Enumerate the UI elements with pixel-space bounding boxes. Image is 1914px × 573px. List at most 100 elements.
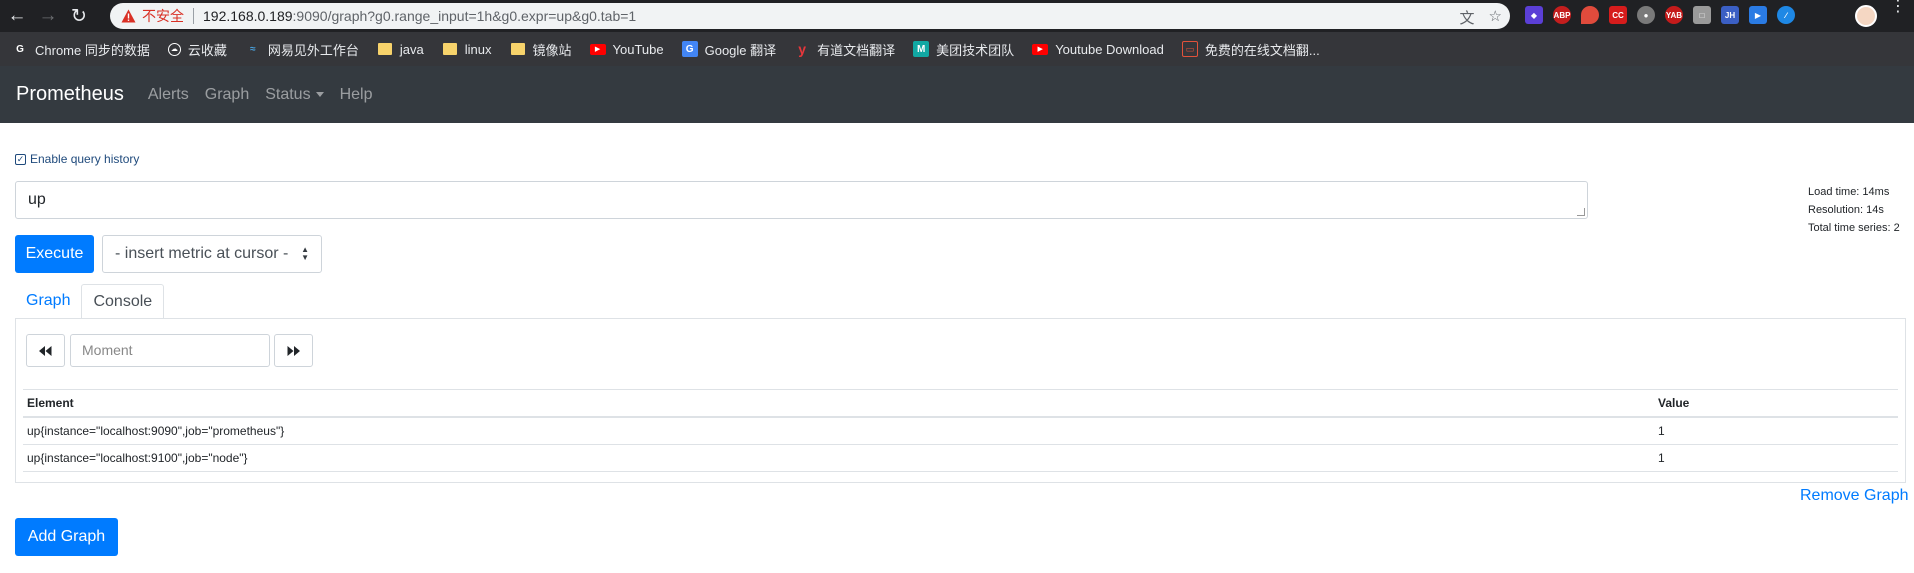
folder-icon: [377, 41, 393, 57]
time-back-button[interactable]: [26, 334, 65, 367]
bookmark-item[interactable]: ▭ 免费的在线文档翻...: [1181, 40, 1320, 59]
reload-icon[interactable]: ↻: [65, 2, 93, 30]
back-icon[interactable]: ←: [3, 2, 31, 30]
browser-toolbar: ← → ↻ 不安全 192.168.0.189:9090/graph?g0.ra…: [0, 0, 1914, 32]
insert-metric-select[interactable]: - insert metric at cursor - ▲ ▼: [102, 235, 322, 273]
bookmark-item[interactable]: ▶ Youtube Download: [1032, 42, 1164, 57]
meituan-icon: M: [913, 41, 930, 57]
youtube-icon: ▶: [1032, 43, 1049, 55]
query-history-label: Enable query history: [30, 152, 140, 166]
results-table: Element Value up{instance="localhost:909…: [23, 389, 1898, 472]
table-row: up{instance="localhost:9090",job="promet…: [23, 417, 1898, 445]
bookmark-item[interactable]: ▶ YouTube: [589, 41, 664, 57]
google-icon: G: [16, 43, 24, 55]
extension-icon[interactable]: ◆: [1525, 6, 1543, 24]
graph-tabs: Graph Console: [15, 284, 165, 319]
resize-handle[interactable]: [1577, 208, 1585, 216]
row-value: 1: [1654, 444, 1898, 472]
bookmark-item[interactable]: M 美团技术团队: [913, 40, 1014, 59]
moment-input[interactable]: Moment: [70, 334, 270, 367]
rewind-icon: [39, 345, 52, 356]
adblock-icon[interactable]: ABP: [1553, 6, 1571, 24]
table-row: up{instance="localhost:9100",job="node"}…: [23, 444, 1898, 472]
bookmark-label: Chrome 同步的数据: [35, 42, 150, 58]
doc-translate-icon: ▭: [1181, 41, 1198, 57]
folder-icon: [442, 41, 458, 57]
total-time-series: Total time series: 2: [1808, 222, 1900, 234]
bookmark-item[interactable]: ≈ 网易见外工作台: [245, 40, 359, 59]
nav-status-label: Status: [265, 85, 311, 103]
bookmark-label: YouTube: [612, 41, 664, 57]
translate-page-icon[interactable]: 文: [1460, 7, 1475, 28]
brand-link[interactable]: Prometheus: [16, 83, 124, 106]
fast-forward-icon: [287, 345, 300, 356]
expression-value: up: [28, 191, 46, 208]
column-header-value: Value: [1654, 389, 1898, 418]
bookmark-item[interactable]: ☁ 云收藏: [167, 40, 227, 59]
extension-icon[interactable]: CC: [1609, 6, 1627, 24]
checkbox-checked-icon: ✓: [15, 153, 26, 165]
netease-icon: ≈: [250, 43, 256, 55]
extension-icon[interactable]: JH: [1721, 6, 1739, 24]
warning-icon: [120, 8, 136, 24]
security-label: 不安全: [142, 8, 184, 24]
bookmark-item[interactable]: linux: [442, 41, 492, 57]
omnibox-divider: [193, 8, 194, 24]
bookmark-label: Youtube Download: [1055, 41, 1164, 57]
query-history-toggle[interactable]: ✓ Enable query history: [15, 152, 139, 166]
table-header-row: Element Value: [23, 389, 1898, 418]
nav-alerts[interactable]: Alerts: [148, 86, 189, 104]
extension-icon[interactable]: YAB: [1665, 6, 1683, 24]
bookmark-item[interactable]: y 有道文档翻译: [794, 40, 895, 59]
bookmark-star-icon[interactable]: ☆: [1489, 7, 1502, 28]
extensions-area: ◆ ABP CC ● YAB □ JH ▶ ∕: [1525, 6, 1795, 24]
row-value: 1: [1654, 417, 1898, 445]
forward-icon[interactable]: →: [34, 2, 62, 30]
caret-down-icon: [315, 91, 324, 97]
bookmark-label: java: [399, 41, 424, 57]
bookmark-item[interactable]: java: [377, 41, 424, 57]
time-forward-button[interactable]: [274, 334, 313, 367]
folder-icon: [510, 41, 526, 57]
profile-avatar[interactable]: [1855, 5, 1877, 27]
load-time: Load time: 14ms: [1808, 186, 1890, 198]
query-stats: Load time: 14ms Resolution: 14s Total ti…: [1808, 183, 1900, 237]
translate-icon: G: [681, 41, 698, 57]
extension-icon[interactable]: ∕: [1777, 6, 1795, 24]
bookmark-label: Google 翻译: [704, 42, 777, 58]
bookmark-item[interactable]: G Google 翻译: [681, 40, 777, 59]
extension-icon[interactable]: ●: [1637, 6, 1655, 24]
bookmark-item[interactable]: 镜像站: [510, 40, 572, 59]
resolution: Resolution: 14s: [1808, 204, 1884, 216]
tab-graph[interactable]: Graph: [15, 284, 81, 319]
nav-graph[interactable]: Graph: [205, 86, 249, 104]
bookmark-label: 云收藏: [187, 42, 227, 58]
bookmark-label: 美团技术团队: [936, 42, 1015, 58]
extension-icon[interactable]: □: [1693, 6, 1711, 24]
cloud-icon: ☁: [167, 42, 181, 56]
map-pin-icon[interactable]: [1581, 6, 1599, 24]
expression-input[interactable]: up: [15, 181, 1588, 219]
url-host: 192.168.0.189: [203, 8, 293, 24]
youdao-icon: y: [798, 41, 807, 57]
select-arrows-icon: ▲ ▼: [301, 245, 309, 262]
bookmark-label: linux: [464, 41, 492, 57]
nav-status-dropdown[interactable]: Status: [265, 85, 324, 104]
bookmark-label: 网易见外工作台: [267, 42, 359, 58]
row-element: up{instance="localhost:9090",job="promet…: [23, 417, 1654, 445]
console-panel: Moment Element Value up{instance="localh…: [15, 318, 1906, 483]
bookmark-item[interactable]: G Chrome 同步的数据: [12, 40, 150, 59]
execute-button[interactable]: Execute: [15, 235, 94, 273]
tab-console[interactable]: Console: [81, 284, 165, 319]
bookmark-label: 免费的在线文档翻...: [1204, 42, 1320, 58]
browser-menu-icon[interactable]: ⋮: [1890, 0, 1906, 15]
add-graph-button[interactable]: Add Graph: [15, 518, 118, 556]
play-icon[interactable]: ▶: [1749, 6, 1767, 24]
address-bar[interactable]: 不安全 192.168.0.189:9090/graph?g0.range_in…: [110, 3, 1510, 29]
nav-help[interactable]: Help: [340, 86, 373, 104]
prometheus-navbar: Prometheus Alerts Graph Status Help: [0, 66, 1914, 123]
youtube-icon: ▶: [589, 43, 606, 55]
remove-graph-link[interactable]: Remove Graph: [1800, 487, 1909, 505]
url-path: :9090/graph?g0.range_input=1h&g0.expr=up…: [292, 8, 637, 24]
moment-placeholder: Moment: [82, 342, 133, 358]
